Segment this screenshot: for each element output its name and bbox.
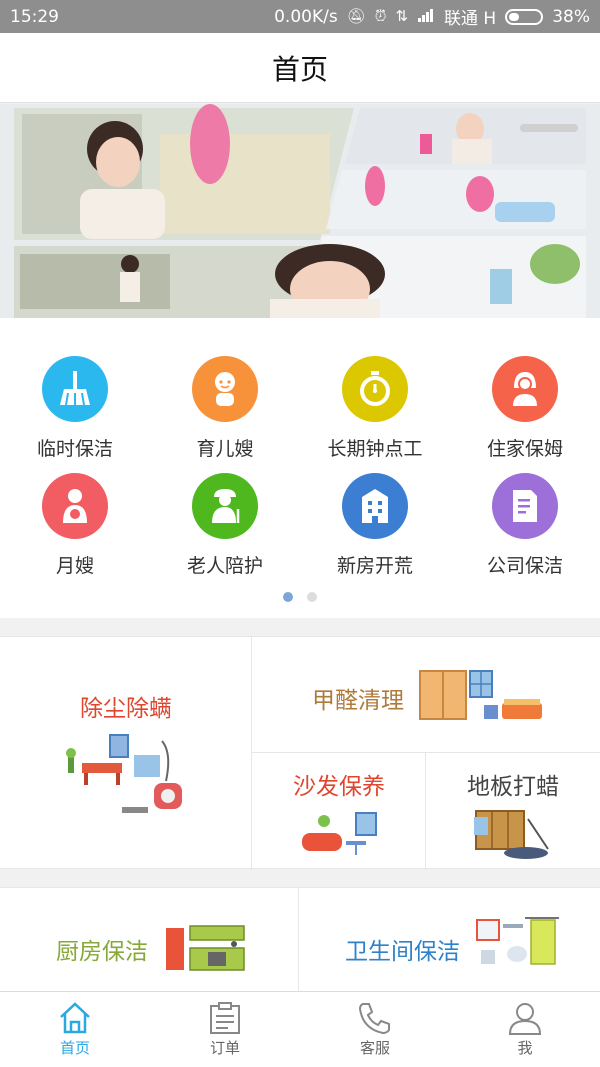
- bathroom-illustration: [476, 917, 559, 965]
- banner-collage-image: [0, 104, 600, 318]
- page-dot-1[interactable]: [283, 592, 293, 602]
- tab-label: 客服: [359, 1039, 390, 1057]
- broom-icon: [42, 356, 108, 422]
- service-label: 地板打蜡: [467, 774, 559, 800]
- document-icon: [492, 473, 558, 539]
- service-kitchen-cleaning[interactable]: 厨房保洁: [0, 888, 299, 992]
- category-label: 公司保洁: [486, 555, 563, 577]
- service-block-deep-clean: 除尘除螨 甲醛清理 沙发保养 地板打蜡: [0, 636, 600, 870]
- service-label: 厨房保洁: [56, 939, 148, 965]
- service-block-rooms: 厨房保洁 卫生间保洁: [0, 887, 600, 992]
- nanny-icon: [492, 356, 558, 422]
- mother-baby-icon: [42, 473, 108, 539]
- user-icon: [508, 1003, 542, 1035]
- bottom-tab-bar: 首页 订单 客服 我: [0, 991, 600, 1067]
- building-icon: [342, 473, 408, 539]
- carrier: 联通 H: [444, 9, 497, 29]
- category-label: 住家保姆: [486, 438, 563, 460]
- network-speed: 0.00K/s: [274, 6, 338, 27]
- service-floor-waxing[interactable]: 地板打蜡: [426, 753, 600, 870]
- service-label: 沙发保养: [293, 774, 385, 800]
- category-label: 长期钟点工: [327, 438, 423, 460]
- category-temp-cleaning[interactable]: 临时保洁: [0, 356, 150, 461]
- tab-label: 首页: [59, 1039, 90, 1057]
- service-label: 卫生间保洁: [345, 939, 460, 965]
- floor-polisher-illustration: [474, 810, 549, 859]
- tab-orders[interactable]: 订单: [150, 992, 300, 1067]
- service-formaldehyde[interactable]: 甲醛清理: [252, 637, 600, 753]
- category-grid: 临时保洁 育儿嫂 长期钟点工 住家保姆 月嫂 老人陪护 新房开荒 公司保洁: [0, 318, 600, 618]
- sofa-illustration: [302, 812, 377, 855]
- vacuum-room-illustration: [66, 734, 182, 813]
- category-office-cleaning[interactable]: 公司保洁: [450, 473, 600, 578]
- service-bathroom-cleaning[interactable]: 卫生间保洁: [299, 888, 600, 992]
- category-elderly-care[interactable]: 老人陪护: [150, 473, 300, 578]
- clipboard-icon: [210, 1002, 240, 1034]
- category-childcare[interactable]: 育儿嫂: [150, 356, 300, 461]
- category-live-in-nanny[interactable]: 住家保姆: [450, 356, 600, 461]
- category-label: 老人陪护: [186, 555, 263, 577]
- status-bar: 15:29 0.00K/s 🔕︎ ⏰︎ ⇅ 联通 H 38%: [0, 0, 600, 33]
- status-time: 15:29: [10, 6, 59, 27]
- tab-customer-service[interactable]: 客服: [300, 992, 450, 1067]
- page-dot-2[interactable]: [307, 592, 317, 602]
- app-header: 首页: [0, 33, 600, 103]
- category-label: 新房开荒: [336, 555, 413, 577]
- alarm-icon: ⏰︎: [374, 7, 387, 25]
- category-label: 育儿嫂: [196, 438, 254, 460]
- wardrobe-illustration: [419, 670, 542, 720]
- battery-icon: [505, 8, 544, 25]
- elderly-icon: [192, 473, 258, 539]
- service-sofa-care[interactable]: 沙发保养: [252, 753, 426, 870]
- service-dust-mites[interactable]: 除尘除螨: [0, 637, 252, 870]
- data-arrows-icon: ⇅: [395, 7, 409, 25]
- baby-icon: [192, 356, 258, 422]
- category-maternity-nurse[interactable]: 月嫂: [0, 473, 150, 578]
- tab-label: 订单: [209, 1039, 240, 1057]
- signal-icon: [417, 8, 435, 25]
- stopwatch-icon: [342, 356, 408, 422]
- phone-icon: [358, 1003, 390, 1035]
- mute-icon: 🔕︎: [346, 7, 366, 25]
- category-new-home-cleaning[interactable]: 新房开荒: [300, 473, 450, 578]
- service-label: 除尘除螨: [80, 696, 172, 722]
- tab-me[interactable]: 我: [450, 992, 600, 1067]
- category-label: 月嫂: [55, 555, 94, 577]
- service-label: 甲醛清理: [312, 688, 404, 714]
- category-hourly-worker[interactable]: 长期钟点工: [300, 356, 450, 461]
- page-indicator: [0, 592, 600, 602]
- page-title: 首页: [271, 52, 328, 86]
- home-icon: [60, 1002, 90, 1034]
- category-label: 临时保洁: [36, 438, 113, 460]
- tab-home[interactable]: 首页: [0, 992, 150, 1067]
- tab-label: 我: [517, 1039, 533, 1057]
- promo-banner[interactable]: [0, 104, 600, 318]
- battery-percent: 38%: [552, 6, 590, 27]
- kitchen-illustration: [166, 925, 245, 971]
